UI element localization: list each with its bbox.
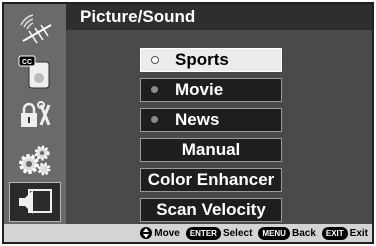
exit-label: Exit	[349, 227, 368, 239]
scan-velocity-button[interactable]: Scan Velocity	[140, 198, 282, 222]
footer-key-guide: Move ENTER Select MENU Back EXIT Exit	[4, 224, 372, 242]
svg-text:CC: CC	[22, 59, 32, 66]
lock-tools-icon[interactable]	[9, 96, 61, 136]
move-label: Move	[154, 227, 180, 239]
cc-icon[interactable]: CC	[9, 52, 61, 92]
radio-dot-icon	[151, 116, 158, 123]
sidebar: CC	[4, 4, 66, 224]
up-down-arrows-icon	[140, 227, 153, 239]
manual-button[interactable]: Manual	[140, 138, 282, 162]
menu-item-sports[interactable]: Sports	[140, 48, 282, 72]
page-title: Picture/Sound	[66, 4, 372, 30]
menu-item-news[interactable]: News	[140, 108, 282, 132]
exit-key-icon: EXIT	[321, 226, 348, 240]
menu-key-icon: MENU	[258, 226, 290, 240]
radio-dot-icon	[151, 56, 159, 64]
tv-menu-screen: CC Picture/Sound Sports Movie News Manua…	[2, 2, 374, 244]
select-label: Select	[222, 227, 253, 239]
back-label: Back	[291, 227, 316, 239]
enter-key-icon: ENTER	[185, 226, 221, 240]
antenna-icon[interactable]	[9, 8, 61, 48]
gears-icon[interactable]	[9, 140, 61, 180]
picture-sound-icon[interactable]	[9, 182, 61, 222]
menu-item-movie[interactable]: Movie	[140, 78, 282, 102]
radio-dot-icon	[151, 86, 158, 93]
color-enhancer-button[interactable]: Color Enhancer	[140, 168, 282, 192]
